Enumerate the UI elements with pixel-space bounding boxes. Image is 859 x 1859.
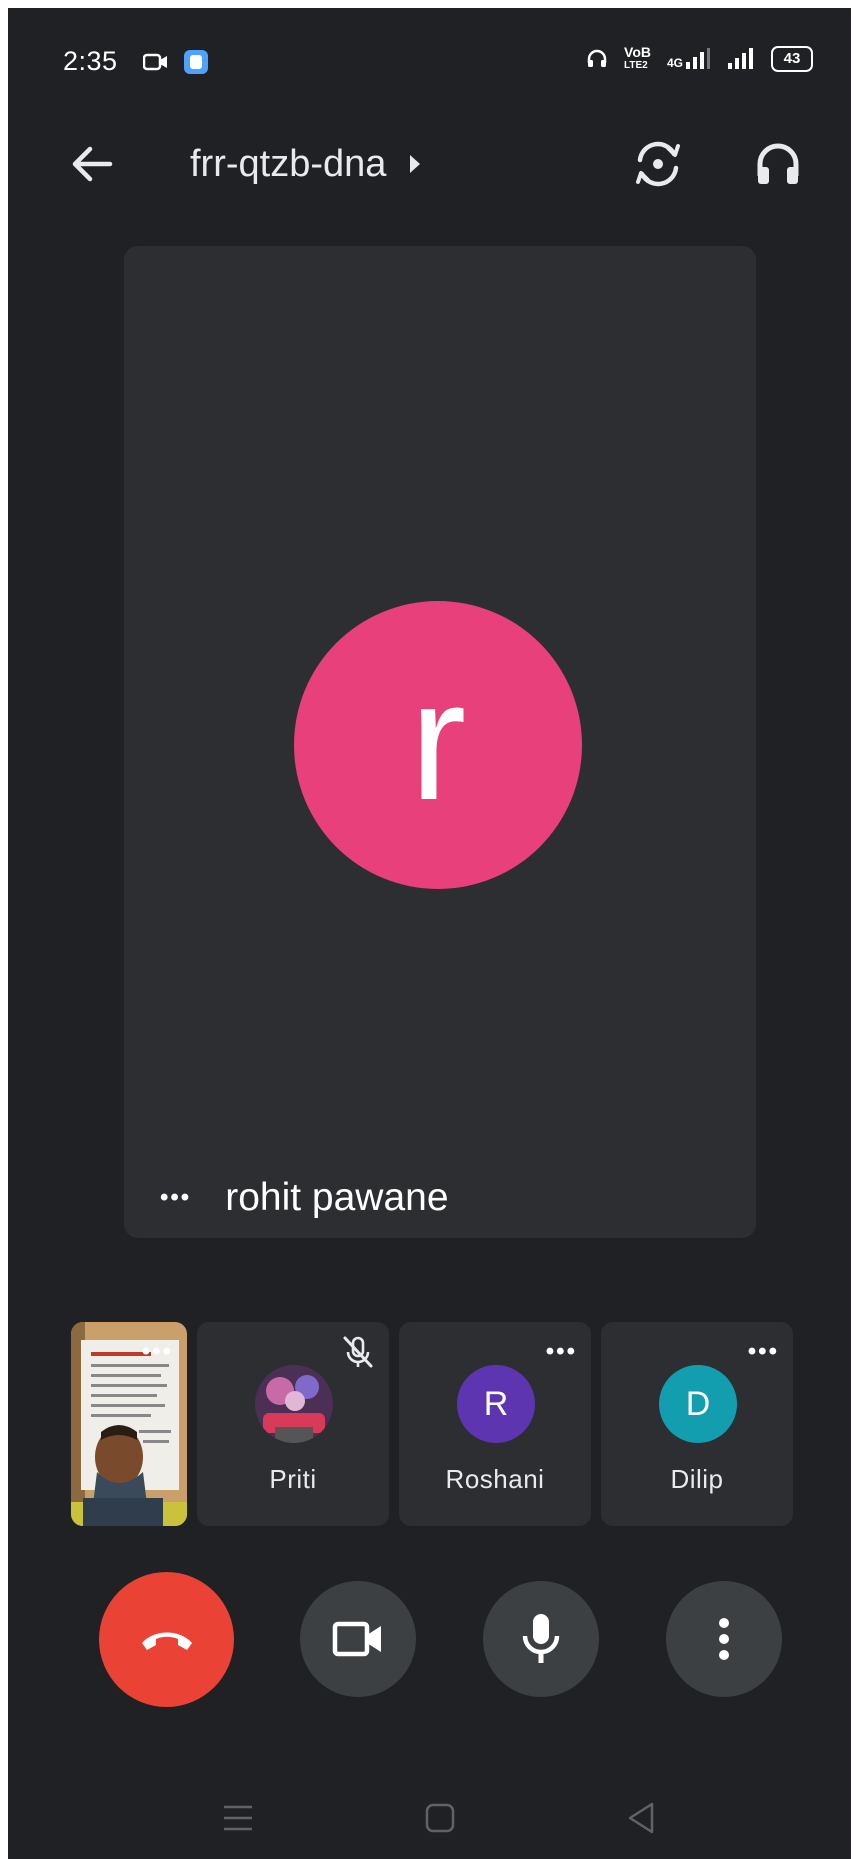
phone-hangup-icon [141, 1632, 192, 1650]
phone-screen: 2:35 VoB LTE2 4G 43 frr-qtzb-dna r ••• r… [8, 8, 851, 1859]
top-app-bar: frr-qtzb-dna [8, 118, 851, 208]
meeting-info-button[interactable]: frr-qtzb-dna [190, 138, 422, 190]
headphones-icon [757, 143, 799, 184]
status-left-icons [143, 49, 209, 75]
dilip-more-button[interactable]: ••• [748, 1340, 779, 1364]
system-nav-bar [8, 1788, 851, 1848]
signal-icon-sim2 [728, 48, 753, 69]
status-bar: 2:35 VoB LTE2 4G 43 [8, 8, 851, 118]
participant-avatar-roshani: R [457, 1365, 535, 1443]
hang-up-button[interactable] [99, 1572, 234, 1707]
mic-off-icon [343, 1336, 373, 1368]
network-type: 4G [666, 56, 683, 70]
menu-icon[interactable] [218, 1798, 258, 1838]
status-right-icons: VoB LTE2 4G 43 [586, 44, 813, 72]
participant-name-dilip: Dilip [670, 1464, 724, 1494]
network-signal: 4G [667, 48, 711, 70]
mic-toggle-button[interactable] [483, 1581, 599, 1697]
participant-avatar-priti [255, 1365, 333, 1443]
main-participant-more-button[interactable]: ••• [160, 1186, 191, 1210]
main-participant-avatar: r [294, 601, 582, 889]
main-participant-name: rohit pawane [225, 1176, 449, 1219]
audio-output-button[interactable] [748, 134, 808, 194]
switch-camera-icon [636, 141, 680, 187]
volte-text-bottom: LTE2 [624, 60, 648, 71]
switch-camera-button[interactable] [628, 134, 688, 194]
participant-tile-roshani[interactable]: ••• R Roshani [399, 1322, 591, 1526]
videocam-icon [332, 1621, 381, 1657]
screen-record-icon [143, 53, 167, 71]
more-options-button[interactable] [666, 1581, 782, 1697]
back-button[interactable] [66, 138, 118, 190]
participant-name-roshani: Roshani [445, 1464, 545, 1494]
main-participant-name-row: ••• rohit pawane [160, 1168, 449, 1228]
status-time: 2:35 [63, 46, 118, 76]
main-participant-tile[interactable]: r ••• rohit pawane [124, 246, 756, 1238]
home-icon[interactable] [420, 1798, 460, 1838]
roshani-more-button[interactable]: ••• [546, 1340, 577, 1364]
mic-icon [522, 1614, 560, 1663]
participant-name-priti: Priti [269, 1464, 317, 1494]
signal-icon [686, 48, 710, 69]
arrow-back-icon [72, 146, 113, 182]
camera-toggle-button[interactable] [300, 1581, 416, 1697]
battery-indicator: 43 [771, 46, 813, 72]
participant-tile-priti[interactable]: Priti [197, 1322, 389, 1526]
volte-indicator: VoB LTE2 [624, 44, 651, 72]
participant-tile-dilip[interactable]: ••• D Dilip [601, 1322, 793, 1526]
priti-profile-photo [255, 1365, 333, 1443]
participant-avatar-dilip: D [659, 1365, 737, 1443]
volte-text-top: VoB [624, 44, 651, 60]
more-vert-icon [719, 1618, 729, 1660]
self-view-tile[interactable]: ••• [71, 1322, 187, 1526]
app-notification-icon [184, 50, 208, 74]
back-triangle-icon[interactable] [622, 1798, 662, 1838]
call-controls [8, 1572, 851, 1707]
self-more-button[interactable]: ••• [142, 1340, 173, 1364]
caret-right-icon [410, 155, 421, 173]
meeting-code: frr-qtzb-dna [190, 142, 387, 185]
headset-status-icon [587, 49, 607, 67]
